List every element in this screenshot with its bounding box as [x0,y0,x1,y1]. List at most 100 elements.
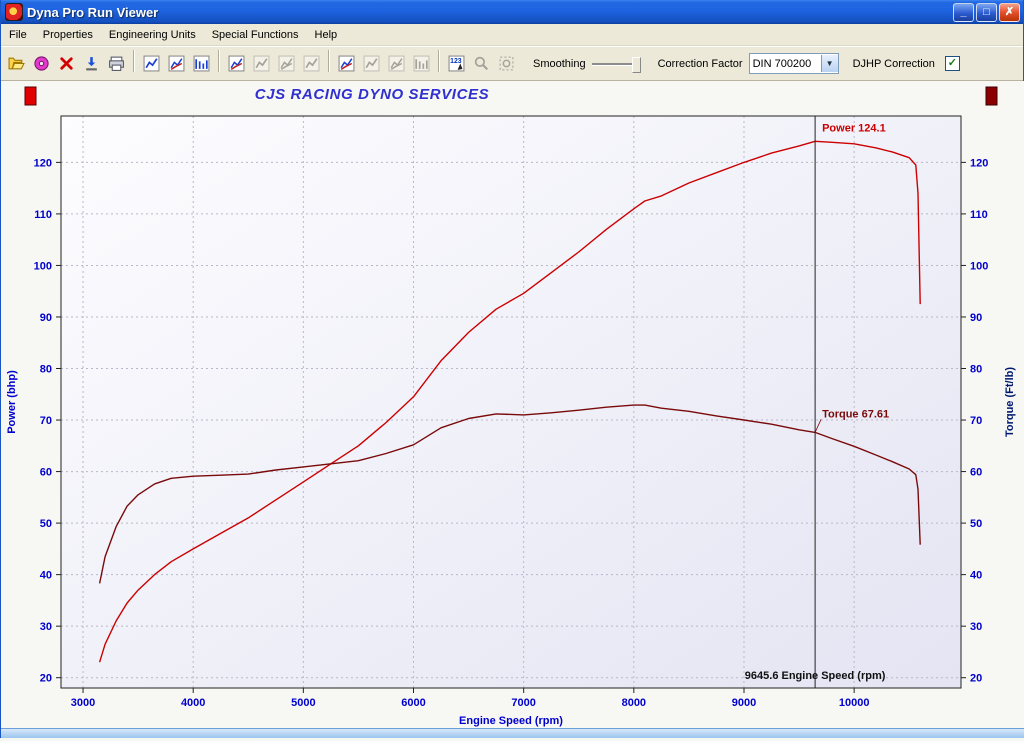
maximize-button[interactable]: □ [976,3,997,22]
x-tick-label: 3000 [71,697,95,709]
zoom-window-icon [473,55,490,72]
minimize-button[interactable]: _ [953,3,974,22]
window-title: Dyna Pro Run Viewer [27,5,953,20]
graph-stack-button [360,51,383,76]
correction-factor-value: DIN 700200 [750,58,821,70]
left-axis-title: Power (bhp) [6,370,18,434]
menu-special-functions[interactable]: Special Functions [204,26,307,44]
graph-single-button[interactable] [140,51,163,76]
graph-trace-button[interactable] [335,51,358,76]
smoothing-slider[interactable] [592,56,644,72]
chart-area: 3000400050006000700080009000100002020303… [1,81,1024,741]
menu-engineering-units[interactable]: Engineering Units [101,26,204,44]
x-tick-label: 5000 [291,697,315,709]
left-tick-label: 20 [40,673,52,685]
right-tick-label: 20 [970,673,982,685]
title-bar[interactable]: Dyna Pro Run Viewer _ □ ✗ [1,0,1023,24]
graph-single-icon [143,55,160,72]
graph-compare-button [250,51,273,76]
graph-dual-icon [168,55,185,72]
djhp-correction-label: DJHP Correction [853,58,935,70]
dyno-chart[interactable]: 3000400050006000700080009000100002020303… [1,81,1024,741]
cursor-values-button[interactable]: 123 [445,51,468,76]
right-tick-label: 40 [970,570,982,582]
x-tick-label: 8000 [622,697,646,709]
graph-stack-icon [363,55,380,72]
torque-annotation: Torque 67.61 [822,408,889,420]
toolbar-separator [218,50,220,72]
chart-title: CJS RACING DYNO SERVICES [255,86,489,103]
left-tick-label: 100 [34,260,52,272]
cursor-values-icon: 123 [448,55,465,72]
x-tick-label: 7000 [511,697,535,709]
graph-overlay-icon [228,55,245,72]
zoom-reset-icon [498,55,515,72]
left-tick-label: 80 [40,364,52,376]
left-tick-label: 120 [34,157,52,169]
graph-fft-button[interactable] [190,51,213,76]
x-tick-label: 6000 [401,697,425,709]
right-tick-label: 30 [970,621,982,633]
print-button[interactable] [105,51,128,76]
close-button[interactable]: ✗ [999,3,1020,22]
graph-overlay-button[interactable] [225,51,248,76]
slider-track [592,63,636,66]
x-tick-label: 9000 [732,697,756,709]
right-tick-label: 70 [970,415,982,427]
delete-icon [58,55,75,72]
toolbar-separator [133,50,135,72]
app-icon [5,3,23,21]
correction-factor-combobox[interactable]: DIN 700200 ▼ [749,53,839,74]
correction-factor-label: Correction Factor [658,58,743,70]
slider-thumb[interactable] [632,57,641,73]
delete-button[interactable] [55,51,78,76]
import-button[interactable] [80,51,103,76]
plot-area[interactable] [61,116,961,688]
left-tick-label: 110 [34,209,52,221]
cursor-speed-annotation: 9645.6 Engine Speed (rpm) [745,670,886,682]
x-tick-label: 4000 [181,697,205,709]
right-tick-label: 120 [970,157,988,169]
toolbar-separator [438,50,440,72]
left-tick-label: 60 [40,467,52,479]
right-tick-label: 60 [970,467,982,479]
open-icon [8,55,25,72]
graph-quad-button [300,51,323,76]
chevron-down-icon[interactable]: ▼ [821,55,838,72]
app-window: Dyna Pro Run Viewer _ □ ✗ File Propertie… [0,0,1024,738]
disc-icon [33,55,50,72]
power-axis-marker [25,87,36,105]
window-controls: _ □ ✗ [953,3,1020,22]
left-tick-label: 50 [40,518,52,530]
graph-fft-icon [193,55,210,72]
import-icon [83,55,100,72]
graph-split-icon [278,55,295,72]
open-button[interactable] [5,51,28,76]
graph-dual-button[interactable] [165,51,188,76]
menu-help[interactable]: Help [307,26,346,44]
zoom-window-button [470,51,493,76]
print-icon [108,55,125,72]
graph-grid-icon [413,55,430,72]
torque-axis-marker [986,87,997,105]
right-tick-label: 110 [970,209,988,221]
right-tick-label: 80 [970,364,982,376]
svg-text:123: 123 [450,58,462,65]
graph-split-button [275,51,298,76]
menu-properties[interactable]: Properties [35,26,101,44]
window-bottom-edge [1,728,1024,738]
menu-file[interactable]: File [1,26,35,44]
djhp-checkbox[interactable]: ✓ [945,56,960,71]
toolbar: 123 Smoothing Correction Factor DIN 7002… [1,46,1023,81]
menu-bar: File Properties Engineering Units Specia… [1,24,1023,46]
graph-quad-icon [303,55,320,72]
disc-button[interactable] [30,51,53,76]
graph-grid-button [410,51,433,76]
graph-pair-button [385,51,408,76]
smoothing-label: Smoothing [533,58,586,70]
toolbar-buttons: 123 [4,50,519,77]
graph-pair-icon [388,55,405,72]
zoom-reset-button [495,51,518,76]
right-tick-label: 100 [970,260,988,272]
right-tick-label: 90 [970,312,982,324]
